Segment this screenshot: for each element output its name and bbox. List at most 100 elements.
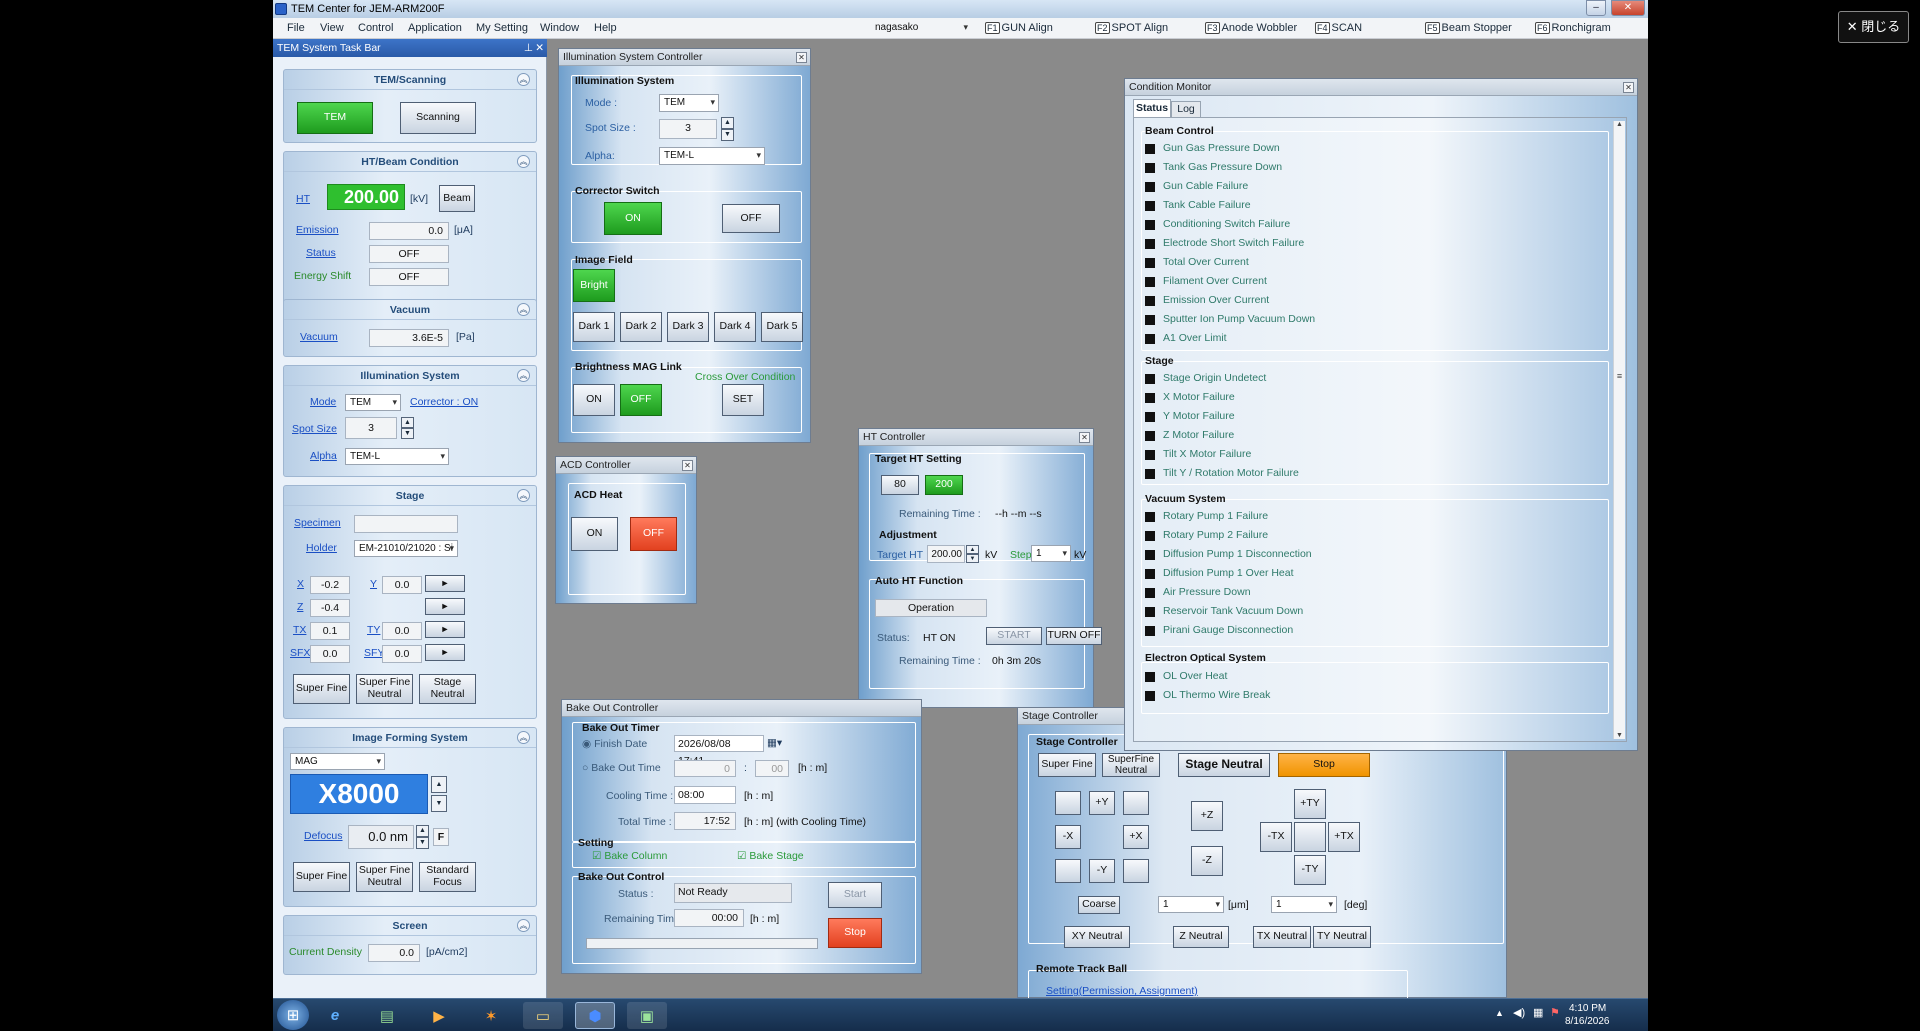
minus-y-button[interactable]: -Y [1089,859,1115,883]
collapse-icon[interactable]: ︽ [517,919,530,932]
minus-z-button[interactable]: -Z [1191,846,1223,876]
corrector-on-button[interactable]: ON [604,202,662,235]
coarse-button[interactable]: Coarse [1078,896,1120,914]
dark-2-button[interactable]: Dark 2 [620,312,662,342]
pin-icon[interactable]: ⊥ [524,39,533,57]
trackball-setting-link[interactable]: Setting(Permission, Assignment) [1046,985,1198,997]
specimen-link[interactable]: Specimen [294,517,341,529]
menu-file[interactable]: File [287,18,305,39]
stage-neutral-button[interactable]: Stage Neutral [419,674,476,704]
ty-link[interactable]: TY [367,624,380,636]
super-fine-button[interactable]: Super Fine [293,674,350,704]
tem-button[interactable]: TEM [297,102,373,134]
sfx-link[interactable]: SFX [290,647,310,659]
ht-200-button[interactable]: 200 [925,475,963,495]
menu-control[interactable]: Control [358,18,393,39]
close-icon[interactable]: ✕ [1623,82,1634,93]
mag-link-set-button[interactable]: SET [722,384,764,416]
stage-super-fine-button[interactable]: Super Fine [1038,753,1096,777]
internet-explorer-icon[interactable]: e [315,1002,355,1029]
alpha-link[interactable]: Alpha [310,450,337,462]
close-icon[interactable]: ✕ [1079,432,1090,443]
fkey-spot-align[interactable]: F2 SPOT Align [1095,18,1168,39]
clock-time[interactable]: 4:10 PM [1569,1003,1606,1014]
um-select[interactable]: 1 [1158,896,1224,913]
close-icon[interactable]: ✕ [1611,0,1645,16]
ht-start-button[interactable]: START [986,627,1042,645]
ty-neutral-button[interactable]: TY Neutral [1313,926,1371,948]
bake-stage-checkbox[interactable]: ☑ Bake Stage [737,850,804,862]
minus-x-button[interactable]: -X [1055,825,1081,849]
illum-alpha-select[interactable]: TEM-L [659,147,765,165]
minus-tx-button[interactable]: -TX [1260,822,1292,852]
volume-icon[interactable]: ◀) [1513,1006,1525,1019]
holder-link[interactable]: Holder [306,542,337,554]
standard-focus-button[interactable]: Standard Focus [419,862,476,892]
mode-select[interactable]: TEM [345,394,401,411]
fkey-anode-wobbler[interactable]: F3 Anode Wobbler [1205,18,1297,39]
spot-size-down-icon[interactable]: ▼ [401,428,414,439]
user-select[interactable]: nagasako [871,20,971,37]
x-link[interactable]: X [297,578,304,590]
mag-down-icon[interactable]: ▼ [431,795,447,812]
alpha-select[interactable]: TEM-L [345,448,449,465]
network-icon[interactable]: ▦ [1533,1006,1543,1019]
corrector-link[interactable]: Corrector : ON [410,396,478,408]
vacuum-link[interactable]: Vacuum [300,331,338,343]
acd-off-button[interactable]: OFF [630,517,677,551]
defocus-up-icon[interactable]: ▲ [416,825,429,837]
tray-expand-icon[interactable]: ▲ [1495,1008,1504,1018]
mag-up-icon[interactable]: ▲ [431,776,447,793]
mode-link[interactable]: Mode [310,396,336,408]
corrector-off-button[interactable]: OFF [722,204,780,233]
xy-neutral-button[interactable]: XY Neutral [1064,926,1130,948]
action-center-icon[interactable]: ⚑ [1550,1006,1560,1019]
deg-select[interactable]: 1 [1271,896,1337,913]
overlay-close-button[interactable]: ✕ 閉じる [1838,11,1909,43]
illum-spot-down-icon[interactable]: ▼ [721,129,734,141]
mag-link-off-button[interactable]: OFF [620,384,662,416]
xy-ul-button[interactable] [1055,791,1081,815]
dark-1-button[interactable]: Dark 1 [573,312,615,342]
dark-5-button[interactable]: Dark 5 [761,312,803,342]
scrollbar[interactable]: ▲ ≡ ▼ [1613,121,1625,739]
bake-column-checkbox[interactable]: ☑ Bake Column [592,850,667,862]
calendar-icon[interactable]: ▦▾ [767,737,782,749]
terminal-icon[interactable]: ▣ [627,1002,667,1029]
step-select[interactable]: 1 [1031,545,1071,562]
xy-arrow-button[interactable]: ► [425,575,465,592]
tools-icon[interactable]: ✶ [471,1002,511,1029]
fkey-gun-align[interactable]: F1 GUN Align [985,18,1053,39]
close-icon[interactable]: ✕ [796,52,807,63]
stage-neutral-big-button[interactable]: Stage Neutral [1178,753,1270,777]
collapse-icon[interactable]: ︽ [517,369,530,382]
tx-link[interactable]: TX [293,624,306,636]
stage-super-fine-neutral-button[interactable]: SuperFine Neutral [1102,753,1160,777]
defocus-link[interactable]: Defocus [304,830,343,842]
y-link[interactable]: Y [370,578,377,590]
menu-view[interactable]: View [320,18,344,39]
plus-y-button[interactable]: +Y [1089,791,1115,815]
collapse-icon[interactable]: ︽ [517,155,530,168]
dark-3-button[interactable]: Dark 3 [667,312,709,342]
collapse-icon[interactable]: ︽ [517,73,530,86]
target-ht-down-icon[interactable]: ▼ [966,554,979,563]
collapse-icon[interactable]: ︽ [517,489,530,502]
tem-center-icon[interactable]: ⬢ [575,1002,615,1029]
tilt-center-button[interactable] [1294,822,1326,852]
illum-spot-up-icon[interactable]: ▲ [721,117,734,129]
plus-tx-button[interactable]: +TX [1328,822,1360,852]
menu-help[interactable]: Help [594,18,617,39]
fkey-scan[interactable]: F4 SCAN [1315,18,1362,39]
acd-on-button[interactable]: ON [571,517,618,551]
menu-application[interactable]: Application [408,18,462,39]
close-icon[interactable]: ✕ [682,460,693,471]
spreadsheet-icon[interactable]: ▤ [367,1002,407,1029]
tab-status[interactable]: Status [1133,99,1171,117]
focus-f-button[interactable]: F [433,828,449,846]
plus-x-button[interactable]: +X [1123,825,1149,849]
fkey-beam-stopper[interactable]: F5 Beam Stopper [1425,18,1512,39]
collapse-icon[interactable]: ︽ [517,303,530,316]
turn-off-button[interactable]: TURN OFF [1046,627,1102,645]
super-fine-neutral-button[interactable]: Super Fine Neutral [356,674,413,704]
